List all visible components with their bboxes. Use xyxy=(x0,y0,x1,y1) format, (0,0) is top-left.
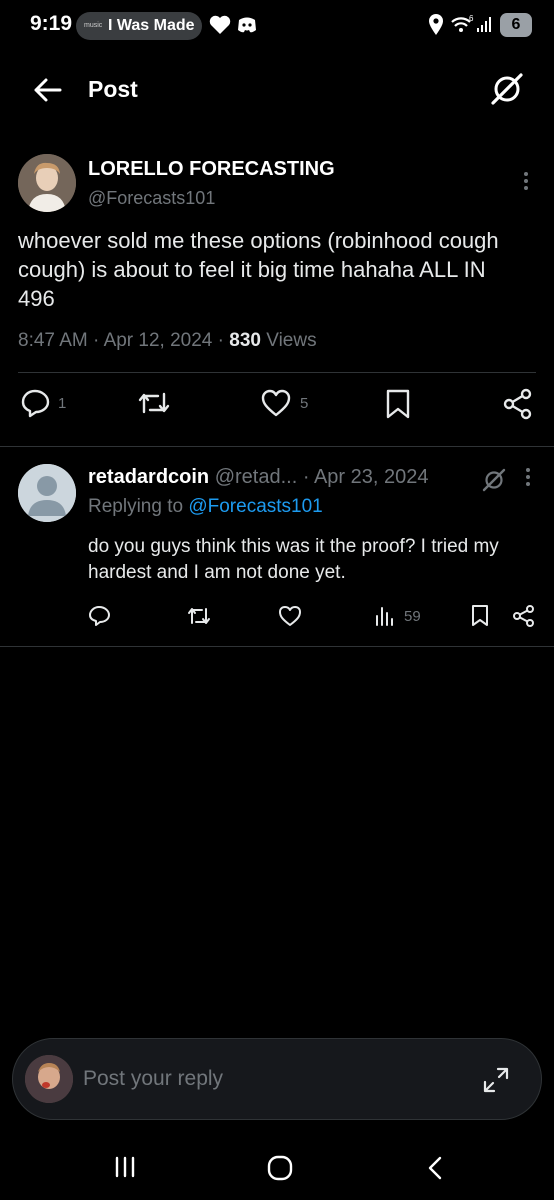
back-arrow-icon[interactable] xyxy=(30,72,66,108)
more-options-icon[interactable] xyxy=(524,172,530,193)
share-button[interactable] xyxy=(502,388,534,420)
top-app-bar: Post xyxy=(0,60,554,120)
post-date: Apr 12, 2024 xyxy=(103,330,213,351)
post-text: whoever sold me these options (robinhood… xyxy=(18,228,499,311)
bookmark-icon xyxy=(472,605,488,626)
like-count: 5 xyxy=(300,394,309,412)
reply-like-button[interactable] xyxy=(278,604,302,628)
system-navigation-bar xyxy=(0,1140,554,1200)
reply-share-button[interactable] xyxy=(512,604,536,628)
repost-button[interactable] xyxy=(136,388,172,418)
status-bar: 9:19 music I Was Made 6 6 xyxy=(0,0,554,52)
post-views-count: 830 xyxy=(229,330,261,351)
home-icon[interactable] xyxy=(266,1154,294,1182)
page-title: Post xyxy=(88,76,138,102)
share-icon xyxy=(503,388,532,420)
location-icon xyxy=(429,14,443,35)
reply-input[interactable]: Post your reply xyxy=(83,1067,223,1091)
music-app-icon: music xyxy=(84,22,103,29)
current-user-avatar xyxy=(25,1055,73,1103)
replying-to-link[interactable]: @Forecasts101 xyxy=(188,496,322,517)
signal-icon xyxy=(477,17,491,32)
replying-to-label: Replying to xyxy=(88,496,184,517)
reply-reply-button[interactable] xyxy=(88,604,112,628)
bookmark-button[interactable] xyxy=(384,388,412,420)
post-views-label: Views xyxy=(266,330,317,351)
wifi-icon: 6 xyxy=(451,14,474,32)
author-name[interactable]: LORELLO FORECASTING xyxy=(88,158,335,181)
divider xyxy=(18,372,536,373)
post-actions: 1 5 xyxy=(0,388,554,428)
reply-author-handle[interactable]: @retad... xyxy=(215,466,298,488)
recent-apps-icon[interactable] xyxy=(112,1154,138,1180)
like-icon xyxy=(279,606,301,626)
status-time: 9:19 xyxy=(30,12,73,35)
like-icon xyxy=(261,389,291,417)
grok-icon[interactable] xyxy=(482,468,506,492)
svg-text:6: 6 xyxy=(469,14,474,23)
reply-author-name[interactable]: retadardcoin xyxy=(88,466,209,488)
replying-to: Replying to @Forecasts101 xyxy=(88,496,323,518)
heart-icon xyxy=(209,15,231,35)
post-time: 8:47 AM xyxy=(18,330,88,351)
reply-views-button[interactable]: 59 xyxy=(374,604,421,628)
reply-views-count: 59 xyxy=(404,607,421,625)
discord-icon xyxy=(238,17,256,33)
reply-text: do you guys think this was it the proof?… xyxy=(88,536,499,583)
grok-icon[interactable] xyxy=(490,72,524,106)
reply-repost-button[interactable] xyxy=(186,604,212,628)
expand-icon[interactable] xyxy=(481,1065,511,1095)
reply-post[interactable]: retadardcoin @retad... · Apr 23, 2024 Re… xyxy=(0,448,554,648)
repost-icon xyxy=(188,608,210,624)
bookmark-icon xyxy=(386,389,410,419)
reply-more-options-icon[interactable] xyxy=(526,468,530,489)
views-chart-icon xyxy=(376,607,393,626)
reply-date: Apr 23, 2024 xyxy=(313,466,429,488)
like-button[interactable]: 5 xyxy=(260,388,308,418)
now-playing-pill[interactable]: music I Was Made xyxy=(76,12,202,40)
divider xyxy=(0,646,554,647)
reply-author-avatar[interactable] xyxy=(18,464,76,522)
repost-icon xyxy=(138,392,170,414)
reply-icon xyxy=(89,606,110,626)
reply-composer[interactable]: Post your reply xyxy=(12,1038,542,1120)
battery-indicator: 6 xyxy=(500,13,532,37)
reply-count: 1 xyxy=(58,394,67,412)
reply-header: retadardcoin @retad... · Apr 23, 2024 xyxy=(88,466,429,488)
reply-icon xyxy=(21,389,50,418)
back-nav-icon[interactable] xyxy=(424,1154,446,1182)
author-handle[interactable]: @Forecasts101 xyxy=(88,188,215,209)
now-playing-title: I Was Made xyxy=(108,17,195,34)
reply-bookmark-button[interactable] xyxy=(470,604,490,628)
share-icon xyxy=(513,605,534,627)
reply-button[interactable]: 1 xyxy=(20,388,66,418)
post-meta: 8:47 AM · Apr 12, 2024 · 830 Views xyxy=(18,330,317,351)
reply-actions: 59 xyxy=(0,604,554,634)
divider xyxy=(0,446,554,447)
author-avatar[interactable] xyxy=(18,154,76,212)
